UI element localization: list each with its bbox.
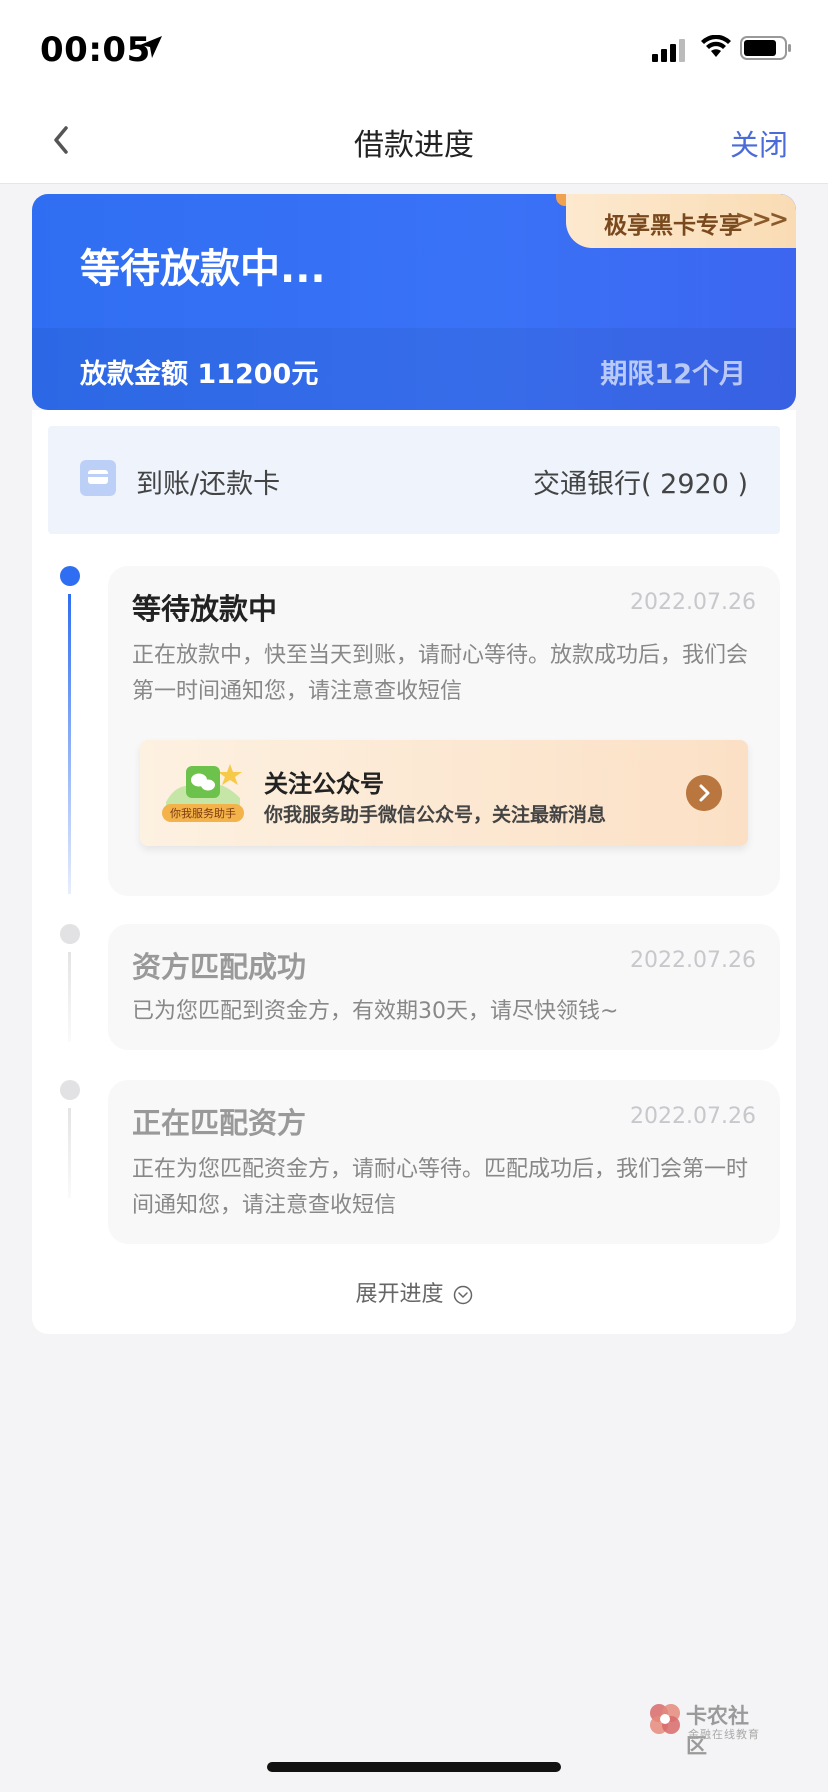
- step-title: 资方匹配成功: [132, 950, 307, 984]
- bank-card-label: 到账/还款卡: [136, 469, 281, 500]
- battery-icon: [740, 36, 791, 60]
- timeline-line: [68, 952, 71, 1042]
- step-description: 正在为您匹配资金方，请耐心等待。匹配成功后，我们会第一时间通知您，请注意查收短信: [132, 1157, 749, 1218]
- cellular-signal-icon: [652, 39, 685, 62]
- bank-card-value: 交通银行( 2920 ): [533, 469, 748, 500]
- bank-card-icon: [80, 460, 116, 496]
- loan-status-title: 等待放款中...: [80, 246, 326, 292]
- wechat-assistant-icon: 你我服务助手: [162, 764, 244, 822]
- kanong-logo-icon: [650, 1704, 680, 1734]
- home-indicator[interactable]: [267, 1762, 561, 1772]
- assistant-badge-text: 你我服务助手: [170, 806, 236, 820]
- expand-progress-label: 展开进度: [355, 1282, 444, 1307]
- step-date: 2022.07.26: [630, 1104, 756, 1129]
- vip-black-card-tag[interactable]: 极享黑卡专享 >>>: [566, 194, 796, 248]
- step-date: 2022.07.26: [630, 948, 756, 973]
- step-title: 正在匹配资方: [132, 1106, 307, 1140]
- loan-term: 期限12个月: [600, 359, 746, 390]
- loan-status-card: 等待放款中... 放款金额 11200元 期限12个月 极享黑卡专享 >>>: [32, 194, 796, 410]
- watermark-subtitle: 金融在线教育: [688, 1728, 760, 1741]
- page-title: 借款进度: [354, 128, 474, 163]
- loan-amount: 放款金额 11200元: [80, 359, 319, 390]
- progress-card: 到账/还款卡 交通银行( 2920 ) 等待放款中 2022.07.26 正在放…: [32, 410, 796, 1334]
- watermark: 卡农社区 金融在线教育: [648, 1700, 768, 1758]
- triple-chevron-icon: >>>: [734, 205, 789, 233]
- step-date: 2022.07.26: [630, 590, 756, 615]
- expand-progress-button[interactable]: 展开进度: [32, 1276, 796, 1308]
- timeline-dot: [60, 924, 80, 944]
- vip-tag-label: 极享黑卡专享: [604, 213, 742, 239]
- chevron-down-circle-icon: [453, 1285, 472, 1305]
- chevron-right-circle-icon[interactable]: [686, 775, 722, 811]
- timeline-line: [68, 1108, 71, 1198]
- timeline-line-active: [68, 594, 71, 894]
- step-title: 等待放款中: [132, 592, 278, 626]
- close-button[interactable]: 关闭: [730, 122, 788, 164]
- timeline-dot-active: [60, 566, 80, 586]
- follow-official-account-banner[interactable]: 你我服务助手 关注公众号 你我服务助手微信公众号，关注最新消息: [140, 740, 748, 846]
- status-time: 00:05: [40, 30, 151, 70]
- nav-bar: 借款进度 关闭: [0, 100, 828, 184]
- location-arrow-icon: [140, 36, 162, 58]
- wifi-icon: [701, 35, 731, 57]
- bank-card-row[interactable]: 到账/还款卡 交通银行( 2920 ): [48, 426, 780, 534]
- timeline-dot: [60, 1080, 80, 1100]
- timeline-step: 正在匹配资方 2022.07.26 正在为您匹配资金方，请耐心等待。匹配成功后，…: [108, 1080, 780, 1244]
- follow-description: 你我服务助手微信公众号，关注最新消息: [264, 804, 607, 826]
- timeline-step: 资方匹配成功 2022.07.26 已为您匹配到资金方，有效期30天，请尽快领钱…: [108, 924, 780, 1050]
- step-description: 正在放款中，快至当天到账，请耐心等待。放款成功后，我们会第一时间通知您，请注意查…: [132, 643, 749, 704]
- timeline-step: 等待放款中 2022.07.26 正在放款中，快至当天到账，请耐心等待。放款成功…: [108, 566, 780, 896]
- step-description: 已为您匹配到资金方，有效期30天，请尽快领钱~: [132, 999, 619, 1024]
- follow-title: 关注公众号: [264, 770, 384, 798]
- status-bar: 00:05: [0, 0, 828, 100]
